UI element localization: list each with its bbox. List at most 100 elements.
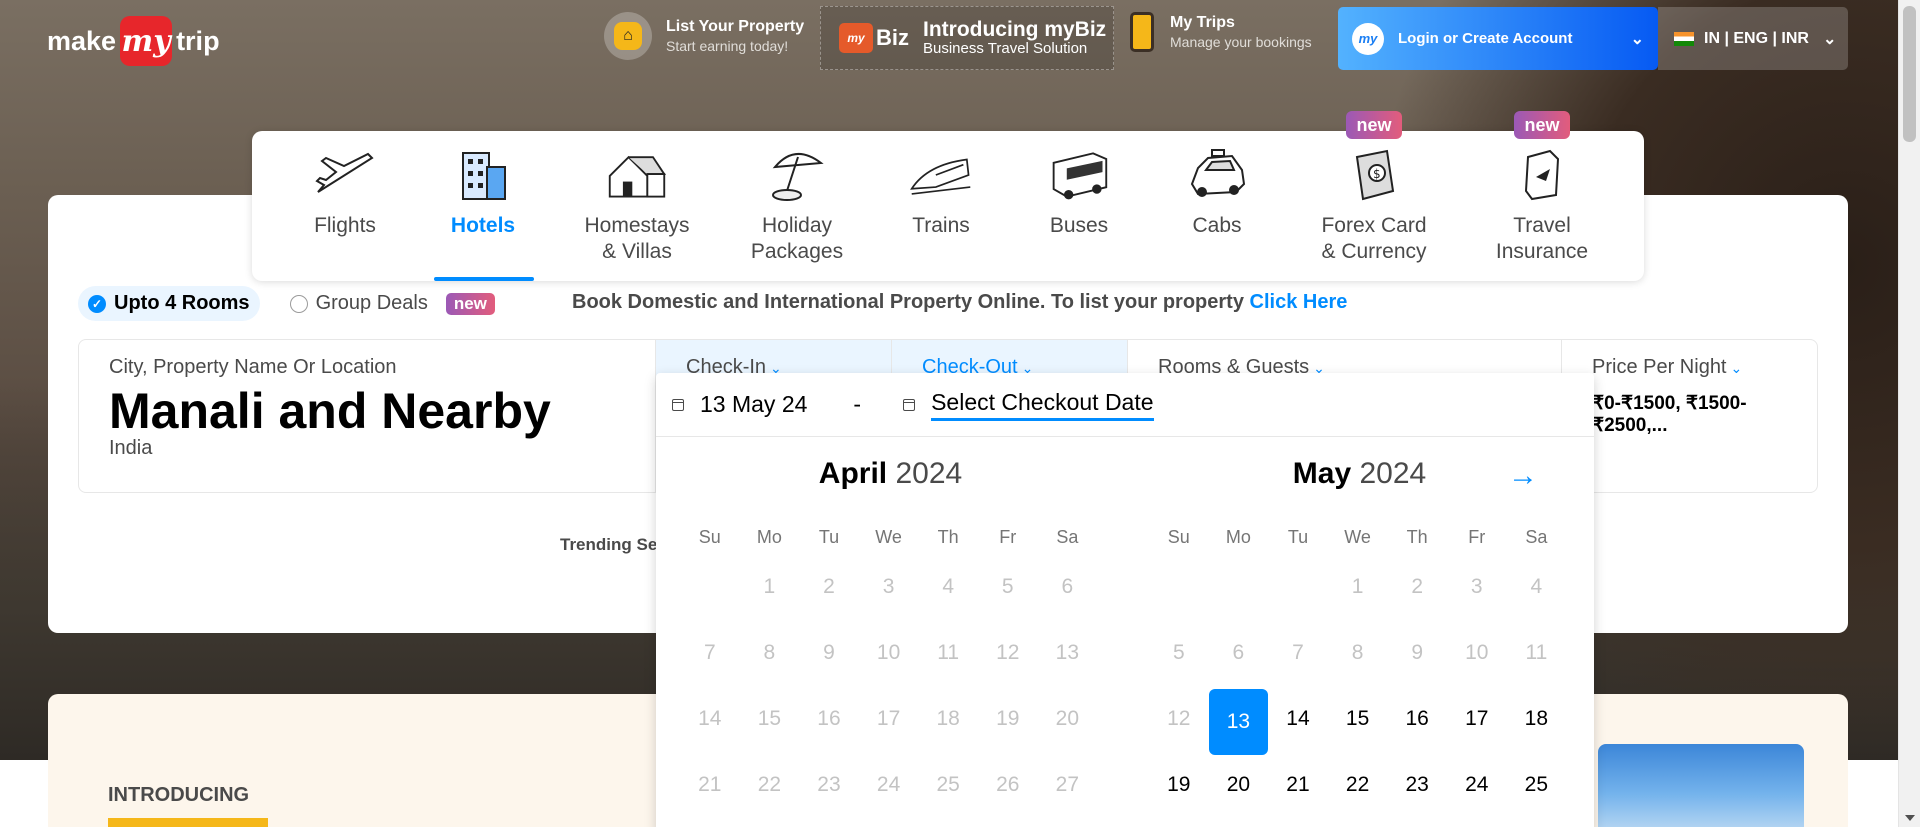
price-value: ₹0-₹1500, ₹1500-₹2500,... — [1592, 393, 1747, 436]
chevron-down-icon: ⌄ — [1630, 30, 1644, 48]
calendar-day: 25 — [936, 773, 960, 796]
nav-trains[interactable]: Trains — [872, 131, 1010, 281]
login-avatar-icon: my — [1352, 22, 1384, 55]
locale-label: IN | ENG | INR — [1704, 29, 1809, 47]
click-here-link[interactable]: Click Here — [1250, 291, 1348, 313]
weekday-header: Tu — [1287, 527, 1309, 547]
calendar-day[interactable]: 24 — [1447, 755, 1507, 821]
calendar-day-selected[interactable]: 13 — [1208, 689, 1269, 755]
calendar-day: 23 — [817, 773, 841, 796]
weekday-header: Sa — [1525, 527, 1548, 547]
weekday-header: Th — [937, 527, 959, 547]
calendar-day: 8 — [763, 641, 776, 664]
mybiz-subtitle: Business Travel Solution — [923, 40, 1088, 57]
nav-hotels[interactable]: Hotels — [414, 131, 552, 281]
chevron-down-icon: ⌄ — [1822, 30, 1837, 48]
property-icon: ⌂ — [604, 12, 652, 60]
calendar-day: 1 — [1351, 575, 1364, 598]
my-trips-title: My Trips — [1170, 14, 1235, 31]
calendar-day: 10 — [1465, 641, 1489, 664]
page-scrollbar[interactable] — [1898, 0, 1920, 827]
weekday-header: Th — [1406, 527, 1428, 547]
product-nav: Flights Hotels Homestays & Villas Holiday P… — [252, 111, 1644, 281]
nav-forex-card[interactable]: new $ Forex Card & Currency — [1286, 111, 1462, 281]
weekday-header: Sa — [1056, 527, 1079, 547]
calendar-day[interactable]: 22 — [1328, 755, 1388, 821]
calendar-day[interactable]: 16 — [1387, 689, 1447, 755]
checkout-date-placeholder[interactable]: Select Checkout Date — [931, 389, 1154, 421]
beach-umbrella-icon — [766, 147, 828, 203]
city-field[interactable]: City, Property Name Or Location Manali a… — [109, 356, 551, 460]
new-badge: new — [445, 292, 495, 315]
scrollbar-thumb[interactable] — [1903, 6, 1916, 142]
locale-selector[interactable]: IN | ENG | INR ⌄ — [1658, 7, 1848, 70]
logo-make: make — [47, 25, 117, 56]
trending-searches-label: Trending Se — [560, 535, 658, 554]
nav-cabs[interactable]: Cabs — [1148, 131, 1286, 281]
calendar-day: 19 — [996, 707, 1020, 730]
check-icon: ✓ — [88, 294, 106, 313]
calendar-day: 12 — [996, 641, 1020, 664]
nav-flights[interactable]: Flights — [276, 131, 414, 281]
calendar-day[interactable]: 25 — [1507, 755, 1567, 821]
calendar-day: 13 — [1055, 641, 1080, 664]
price-field[interactable]: Price Per Night ⌄ ₹0-₹1500, ₹1500-₹2500,.… — [1561, 340, 1818, 492]
makemytrip-logo[interactable]: make my trip — [47, 16, 220, 66]
calendar-day[interactable]: 20 — [1209, 755, 1269, 821]
calendar-day[interactable]: 21 — [1268, 755, 1328, 821]
calendar-day: 21 — [698, 773, 722, 796]
my-trips-link[interactable]: My Trips Manage your bookings — [1130, 12, 1312, 52]
list-property-link[interactable]: ⌂ List Your Property Start earning today… — [604, 12, 804, 60]
mybiz-logo: my Biz — [839, 23, 909, 53]
month-year: 2024 — [1359, 457, 1427, 490]
upto-rooms-option[interactable]: ✓ Upto 4 Rooms — [78, 286, 260, 321]
mybiz-link[interactable]: my Biz Introducing myBiz Business Travel … — [820, 6, 1114, 70]
calendar-day[interactable]: 14 — [1268, 689, 1328, 755]
nav-label: Flights — [314, 214, 376, 237]
date-picker: 13 May 24 - Select Checkout Date April 2… — [656, 373, 1594, 827]
nav-homestays[interactable]: Homestays & Villas — [552, 131, 722, 281]
month-title: May 2024 — [1149, 457, 1570, 497]
nav-buses[interactable]: Buses — [1010, 131, 1148, 281]
price-label: Price Per Night — [1592, 356, 1727, 378]
train-icon — [910, 147, 972, 203]
scroll-down-arrow[interactable] — [1905, 815, 1915, 821]
calendar-day: 15 — [757, 707, 782, 730]
new-badge: new — [1514, 111, 1570, 139]
calendar-day[interactable]: 15 — [1328, 689, 1388, 755]
nav-label: Travel Insurance — [1495, 214, 1589, 263]
calendar-day: 9 — [823, 641, 835, 664]
calendar-day[interactable]: 23 — [1387, 755, 1447, 821]
nav-label: Forex Card & Currency — [1321, 214, 1427, 263]
next-month-arrow-icon[interactable]: → — [1508, 459, 1538, 493]
weekday-header: Su — [1167, 527, 1190, 547]
group-deals-option[interactable]: Group Deals new — [289, 292, 495, 315]
login-button[interactable]: my Login or Create Account ⌄ — [1338, 7, 1658, 70]
nav-travel[interactable]: new Travel Insurance — [1462, 111, 1622, 281]
calendar-day: 26 — [996, 773, 1020, 796]
empty-day — [1268, 557, 1328, 623]
nav-label: Holiday Packages — [750, 214, 844, 263]
calendar-day[interactable]: 19 — [1149, 755, 1209, 821]
calendar-day: 11 — [937, 641, 960, 664]
calendar-day: 8 — [1351, 641, 1364, 664]
my-trips-subtitle: Manage your bookings — [1170, 34, 1312, 50]
calendar-day: 6 — [1232, 641, 1245, 664]
calendar-day: 27 — [1055, 773, 1080, 796]
calendar-grid: Su Mo Tu We Th Fr Sa 1 2 3 4 5 6 7 8 9 10 11 12 13 14 15 16 17 1… — [680, 527, 1101, 821]
promo-image[interactable] — [1598, 744, 1804, 827]
calendar-day: 3 — [882, 575, 895, 598]
calendar-day[interactable]: 18 — [1507, 689, 1567, 755]
checkin-date-value[interactable]: 13 May 24 — [700, 391, 807, 418]
calendar-day: 7 — [703, 641, 716, 664]
forex-icon: $ — [1343, 147, 1405, 203]
bus-icon — [1048, 147, 1110, 203]
mybiz-title: Introducing myBiz — [923, 18, 1107, 41]
logo-my: my — [120, 16, 173, 66]
calendar-day: 2 — [1411, 575, 1424, 598]
insurance-icon — [1511, 147, 1573, 203]
calendar-day: 18 — [936, 707, 960, 730]
calendar-day[interactable]: 17 — [1447, 689, 1507, 755]
nav-holiday[interactable]: Holiday Packages — [722, 131, 872, 281]
calendar-day: 11 — [1525, 641, 1548, 664]
